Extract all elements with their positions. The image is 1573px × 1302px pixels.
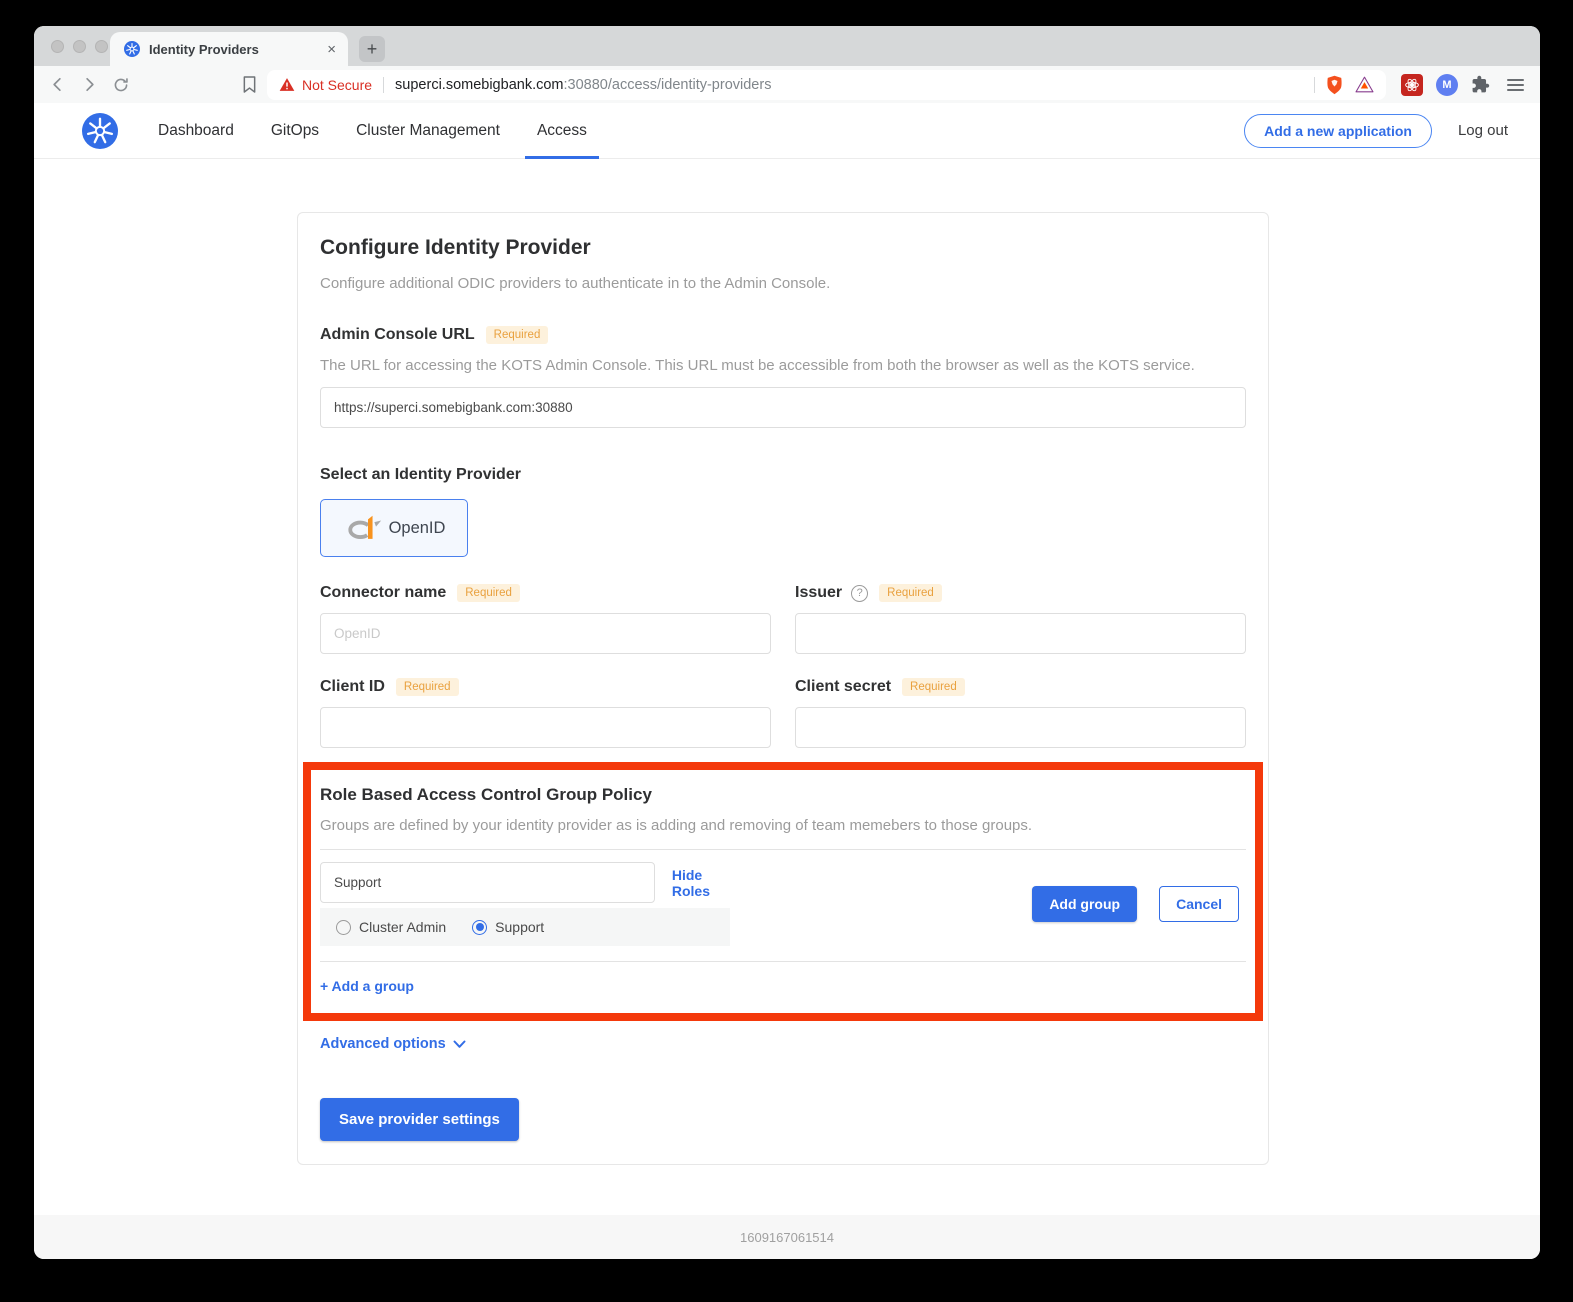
openid-provider-tile[interactable]: OpenID xyxy=(320,499,468,557)
issuer-input[interactable] xyxy=(795,613,1246,654)
cancel-button[interactable]: Cancel xyxy=(1159,886,1239,922)
app-nav-bar: Dashboard GitOps Cluster Management Acce… xyxy=(34,103,1540,159)
group-name-input[interactable] xyxy=(320,862,655,903)
close-window-button[interactable] xyxy=(51,40,64,53)
client-id-field: Client ID Required xyxy=(320,678,771,748)
advanced-options-toggle[interactable]: Advanced options xyxy=(320,1036,1246,1052)
required-badge: Required xyxy=(902,678,965,696)
browser-window: Identity Providers × + Not Secure superc… xyxy=(34,26,1540,1259)
chevron-down-icon xyxy=(453,1040,466,1049)
add-group-button[interactable]: Add group xyxy=(1032,886,1137,922)
maximize-window-button[interactable] xyxy=(95,40,108,53)
bat-rewards-icon[interactable] xyxy=(1355,76,1374,93)
close-tab-icon[interactable]: × xyxy=(325,41,338,58)
divider xyxy=(320,849,1246,850)
client-secret-label: Client secret xyxy=(795,678,891,696)
kubernetes-logo-icon xyxy=(82,113,118,149)
url-host: superci.somebigbank.com xyxy=(395,77,563,93)
kubernetes-favicon-icon xyxy=(124,41,140,57)
browser-tab[interactable]: Identity Providers × xyxy=(110,32,348,66)
advanced-options-label: Advanced options xyxy=(320,1036,446,1052)
logout-button[interactable]: Log out xyxy=(1458,122,1508,139)
warning-triangle-icon xyxy=(279,77,295,92)
client-id-label: Client ID xyxy=(320,678,385,696)
page-title: Configure Identity Provider xyxy=(320,236,1246,260)
issuer-field: Issuer ? Required xyxy=(795,584,1246,654)
admin-console-url-input[interactable] xyxy=(320,387,1246,428)
connector-name-field: Connector name Required xyxy=(320,584,771,654)
configure-identity-provider-card: Configure Identity Provider Configure ad… xyxy=(297,212,1269,1165)
select-identity-provider-label: Select an Identity Provider xyxy=(320,466,1246,484)
rbac-annotation-highlight: Role Based Access Control Group Policy G… xyxy=(303,762,1263,1021)
nav-item-gitops[interactable]: GitOps xyxy=(271,103,319,158)
window-controls xyxy=(51,40,108,53)
radio-support[interactable]: Support xyxy=(472,919,544,935)
page-content: Configure Identity Provider Configure ad… xyxy=(34,159,1540,1215)
admin-console-url-help: The URL for accessing the KOTS Admin Con… xyxy=(320,357,1246,374)
not-secure-label: Not Secure xyxy=(302,77,372,93)
required-badge: Required xyxy=(486,326,549,344)
group-editor-row: Hide Roles Cluster Admin Support xyxy=(320,862,1246,946)
page-subtitle: Configure additional ODIC providers to a… xyxy=(320,275,1246,292)
forward-icon[interactable] xyxy=(80,75,99,94)
divider xyxy=(383,77,384,93)
openid-provider-label: OpenID xyxy=(389,519,446,538)
radio-cluster-admin[interactable]: Cluster Admin xyxy=(336,919,446,935)
brave-shield-icon[interactable] xyxy=(1326,75,1343,95)
tab-title: Identity Providers xyxy=(149,42,316,57)
new-tab-button[interactable]: + xyxy=(359,36,385,62)
client-secret-field: Client secret Required xyxy=(795,678,1246,748)
radio-label: Support xyxy=(495,919,544,935)
nav-items: Dashboard GitOps Cluster Management Acce… xyxy=(158,103,587,158)
profile-avatar[interactable]: M xyxy=(1436,74,1458,96)
minimize-window-button[interactable] xyxy=(73,40,86,53)
admin-console-url-label: Admin Console URL xyxy=(320,326,475,344)
add-new-application-button[interactable]: Add a new application xyxy=(1244,114,1432,148)
address-bar[interactable]: Not Secure superci.somebigbank.com:30880… xyxy=(267,70,1386,100)
reload-icon[interactable] xyxy=(112,76,130,94)
divider xyxy=(1314,77,1315,93)
connector-name-input[interactable] xyxy=(320,613,771,654)
radio-icon xyxy=(472,920,487,935)
radio-icon xyxy=(336,920,351,935)
radio-label: Cluster Admin xyxy=(359,919,446,935)
browser-menu-icon[interactable] xyxy=(1507,79,1524,91)
browser-toolbar: Not Secure superci.somebigbank.com:30880… xyxy=(34,66,1540,103)
connector-name-label: Connector name xyxy=(320,584,446,602)
roles-box: Cluster Admin Support xyxy=(320,908,730,946)
footer-timestamp: 1609167061514 xyxy=(740,1230,834,1245)
extension-icons: M xyxy=(1401,74,1524,96)
nav-item-access[interactable]: Access xyxy=(537,103,587,158)
extensions-puzzle-icon[interactable] xyxy=(1471,75,1490,94)
required-badge: Required xyxy=(457,584,520,602)
bookmark-icon[interactable] xyxy=(242,75,257,94)
rbac-section-subtitle: Groups are defined by your identity prov… xyxy=(320,817,1246,834)
divider xyxy=(320,961,1246,962)
back-icon[interactable] xyxy=(48,75,67,94)
extension-red-icon[interactable] xyxy=(1401,74,1423,96)
add-a-group-link[interactable]: + Add a group xyxy=(320,978,414,994)
nav-item-dashboard[interactable]: Dashboard xyxy=(158,103,234,158)
required-badge: Required xyxy=(396,678,459,696)
client-id-input[interactable] xyxy=(320,707,771,748)
page-footer: 1609167061514 xyxy=(34,1215,1540,1259)
required-badge: Required xyxy=(879,584,942,602)
save-provider-settings-button[interactable]: Save provider settings xyxy=(320,1098,519,1141)
url-path: :30880/access/identity-providers xyxy=(564,77,772,93)
issuer-label: Issuer xyxy=(795,584,842,602)
nav-right: Add a new application Log out xyxy=(1244,114,1508,148)
help-icon[interactable]: ? xyxy=(851,585,868,602)
nav-item-cluster-management[interactable]: Cluster Management xyxy=(356,103,500,158)
url-text: superci.somebigbank.com:30880/access/ide… xyxy=(395,77,1303,93)
rbac-section-title: Role Based Access Control Group Policy xyxy=(320,785,1246,805)
hide-roles-link[interactable]: Hide Roles xyxy=(672,867,730,899)
browser-tab-bar: Identity Providers × + xyxy=(34,26,1540,66)
client-secret-input[interactable] xyxy=(795,707,1246,748)
openid-logo-icon xyxy=(343,512,383,544)
